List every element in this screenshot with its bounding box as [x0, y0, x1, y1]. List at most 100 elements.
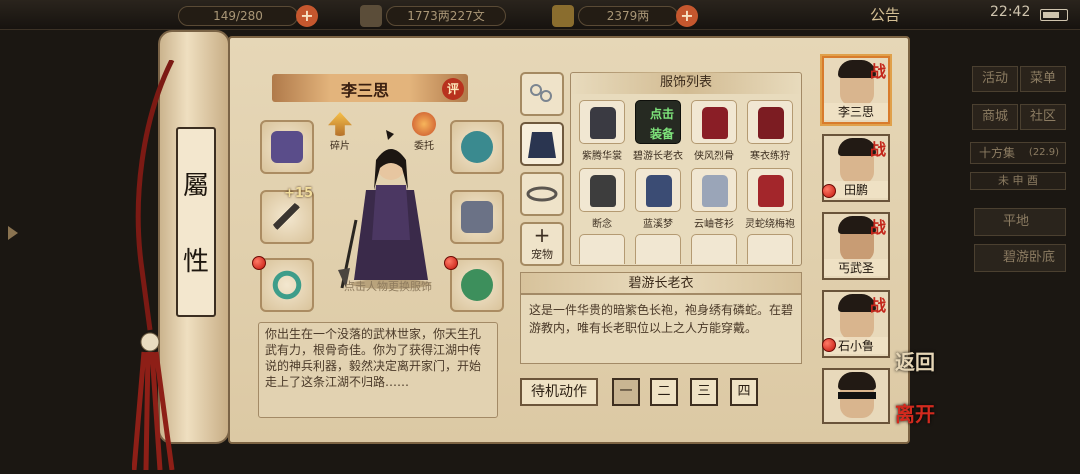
accessory-tab[interactable]	[520, 72, 564, 116]
menu-button[interactable]: 菜单	[1020, 66, 1066, 92]
team-member[interactable]	[822, 368, 890, 424]
blindfold	[838, 392, 876, 399]
costume-thumb	[691, 234, 737, 264]
costume-description: 这是一件华贵的暗紫色长袍，袍身绣有磷蛇。在碧游教内，唯有长老职位以上之人方能穿戴…	[520, 294, 802, 364]
costume-item[interactable]: 侠风烈骨	[688, 100, 740, 164]
costume-label: 蓝溪梦	[643, 219, 673, 230]
pose-4-button[interactable]: 四	[730, 378, 758, 406]
battle-badge: 战	[869, 218, 886, 237]
costume-item[interactable]: 灵蛇绕梅袍	[744, 168, 796, 232]
equip-prompt-line2: 装备	[649, 127, 674, 141]
bracer-slot[interactable]	[260, 120, 314, 174]
costume-thumb	[635, 234, 681, 264]
costume-icon	[758, 175, 784, 207]
activity-button[interactable]: 活动	[972, 66, 1018, 92]
amulet-slot[interactable]	[450, 258, 504, 312]
costume-icon	[590, 107, 616, 139]
chain-icon	[530, 84, 552, 102]
costume-item-partial[interactable]	[632, 234, 684, 264]
notification-dot	[822, 338, 836, 352]
change-outfit-hint: 点击人物更换服饰	[344, 280, 432, 293]
costume-detail-title: 碧游长老衣	[520, 272, 802, 294]
region-coords: (22.9)	[1028, 147, 1059, 158]
member-name: 丐武圣	[824, 259, 888, 276]
leave-button[interactable]: 离开	[895, 398, 935, 427]
robe-icon	[528, 132, 556, 158]
character-figure[interactable]	[336, 130, 446, 290]
costume-icon	[702, 175, 728, 207]
costume-label: 紫腾华裳	[582, 151, 622, 162]
idle-action-button[interactable]: 待机动作	[520, 378, 598, 406]
costume-item[interactable]: 蓝溪梦	[632, 168, 684, 232]
costume-item[interactable]: 云岫苍衫	[688, 168, 740, 232]
pet-label: 宠物	[531, 248, 553, 261]
costume-item-partial[interactable]	[744, 234, 796, 264]
costume-label: 灵蛇绕梅袍	[745, 219, 795, 230]
stamina-display: 149/280	[178, 6, 298, 26]
costume-label: 寒衣练狩	[750, 151, 790, 162]
costume-icon	[590, 175, 616, 207]
costume-thumb	[691, 168, 737, 212]
gold-display: 2379两	[578, 6, 678, 26]
pose-1-button[interactable]: 一	[612, 378, 640, 406]
notification-dot	[252, 256, 266, 270]
add-gold-button[interactable]: +	[676, 5, 698, 27]
top-status-bar: 149/280 + 1773两227文 2379两 + 公告 22:42	[0, 0, 1080, 30]
jade-ring-icon	[271, 269, 303, 301]
costume-thumb	[747, 100, 793, 144]
add-stamina-button[interactable]: +	[296, 5, 318, 27]
notification-dot	[822, 184, 836, 198]
belt-icon	[526, 186, 558, 202]
costume-icon	[646, 175, 672, 207]
headgear-slot[interactable]	[450, 120, 504, 174]
back-button[interactable]: 返回	[895, 346, 935, 375]
location-biyou-button[interactable]: 碧游卧底	[974, 244, 1066, 272]
costume-thumb	[579, 168, 625, 212]
character-bio: 你出生在一个没落的武林世家，你天生孔武有力，根骨奇佳。你为了获得江湖中传说的神兵…	[258, 322, 498, 418]
pet-tab[interactable]: + 宠物	[520, 222, 564, 266]
costume-icon	[758, 107, 784, 139]
portrait-hair	[838, 372, 876, 390]
community-button[interactable]: 社区	[1020, 104, 1066, 130]
pose-2-button[interactable]: 二	[650, 378, 678, 406]
equip-prompt-line1: 点击	[649, 107, 674, 121]
costume-label: 云岫苍衫	[694, 219, 734, 230]
costume-item[interactable]: 断念	[576, 168, 628, 232]
costume-tab[interactable]	[520, 122, 564, 166]
expand-arrow-icon[interactable]	[8, 226, 18, 240]
location-flat-button[interactable]: 平地	[974, 208, 1066, 236]
costume-thumb: 点击 装备	[635, 100, 681, 144]
notice-button[interactable]: 公告	[870, 4, 900, 25]
costume-item-partial[interactable]	[688, 234, 740, 264]
costume-thumb	[579, 234, 625, 264]
costume-list-title: 服饰列表	[570, 72, 802, 94]
costume-item-partial[interactable]	[576, 234, 628, 264]
costume-item[interactable]: 寒衣练狩	[744, 100, 796, 164]
hat-icon	[461, 131, 493, 163]
team-member[interactable]: 战丐武圣	[822, 212, 890, 280]
costume-thumb	[579, 100, 625, 144]
review-button[interactable]: 评	[442, 78, 464, 100]
pose-3-button[interactable]: 三	[690, 378, 718, 406]
armor-icon	[461, 201, 493, 233]
character-name: 李三思	[340, 81, 389, 100]
armor-slot[interactable]	[450, 190, 504, 244]
costume-item[interactable]: 紫腾华裳	[576, 100, 628, 164]
jade-pendant-icon	[461, 269, 493, 301]
tassel-decoration	[132, 60, 175, 470]
costume-thumb	[635, 168, 681, 212]
costume-thumb	[747, 234, 793, 264]
belt-tab[interactable]	[520, 172, 564, 216]
costume-icon	[702, 107, 728, 139]
add-pet-icon: +	[533, 223, 551, 247]
costume-item-selected[interactable]: 点击 装备 碧游长老衣	[632, 100, 684, 164]
money-display: 1773两227文	[386, 6, 506, 26]
team-member[interactable]: 战李三思	[822, 56, 890, 124]
battery-icon	[1040, 9, 1068, 21]
costume-thumb	[691, 100, 737, 144]
battle-badge: 战	[869, 140, 886, 159]
shop-button[interactable]: 商城	[972, 104, 1018, 130]
costume-label: 断念	[592, 219, 612, 230]
money-icon	[360, 5, 382, 27]
ring-slot[interactable]	[260, 258, 314, 312]
